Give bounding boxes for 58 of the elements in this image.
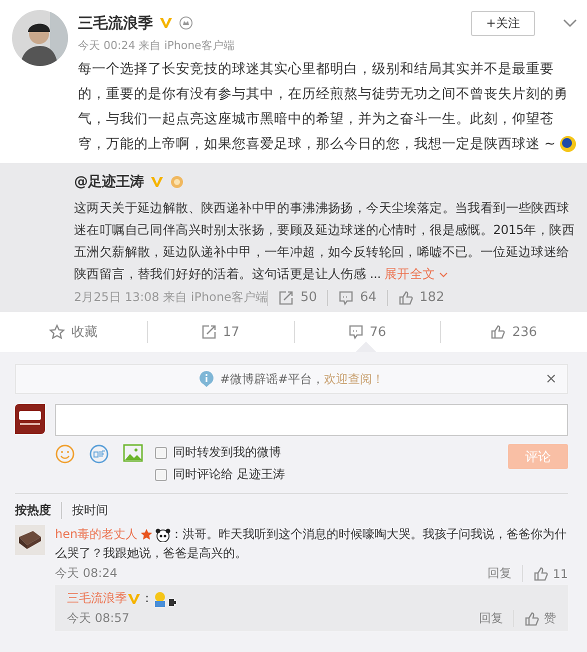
notice-link[interactable]: 欢迎查阅！ [324,372,384,386]
follow-button[interactable]: +关注 [470,10,535,36]
image-icon[interactable] [123,444,143,462]
repost-text: 这两天关于延边解散、陕西递补中甲的事沸沸扬扬，今天尘埃落定。当我看到一些陕西球迷在叮嘱自己同伴高兴时别太张扬，要顾及延边球迷的心情时，很是感慨。2015年，陕西五洲欠薪解散，延边队递补中甲，一年冲超，如今反转轮回，唏嘘不已。一位延边球迷给陕西留言，替我们好好的活着。这句话更是让人伤感 ... 展开全文 [74,199,576,283]
emoji-icon [558,135,577,154]
verified-icon [127,592,141,604]
reply-link[interactable]: 回复 [488,565,523,582]
thumbs-up-icon [398,290,414,306]
like-count[interactable]: 11 [552,566,568,580]
comment-icon [348,324,364,340]
action-label[interactable]: 236 [512,324,538,340]
repost-author[interactable]: @足迹王涛 [74,173,144,191]
stat-count[interactable]: 50 [300,290,317,305]
reply-link[interactable]: 回复 [479,610,514,627]
post-time: 今天 00:24 来自 iPhone客户端 [78,38,236,53]
verified-icon [159,17,173,29]
sort-tab[interactable]: 按时间 [72,502,118,519]
thumbs-up-icon [490,324,506,340]
like-label[interactable]: 赞 [544,610,556,627]
info-icon [198,371,214,387]
sort-tab[interactable]: 按热度 [15,502,62,519]
comment-text: hen毒的老丈人 ：洪哥。昨天我听到这个消息的时候嚎啕大哭。我孩子问我说，爸爸你为什么哭了？我跟她说，爸爸是高兴的。 [55,526,568,562]
verified-icon [150,176,164,188]
chevron-down-icon[interactable] [563,18,577,28]
reply-text: ： [141,590,153,607]
reply-author[interactable]: 三毛流浪季 [67,589,127,608]
post-text: 每一个选择了长安竞技的球迷其实心里都明白，级别和结局其实并不是最重要的，重要的是你有没有参与其中，在历经煎熬与徒劳无功之间不曾丧失片刻的勇气，与我们一起点亮这座城市黑暗中的希望，并为之奋斗一生。此刻，仰望苍穹，万能的上帝啊，如果您喜爱足球，那么今日的您，我想一定是陕西球迷 ~ [78,57,577,157]
emoji-icon [153,590,177,606]
option-label: 同时评论给 足迹王涛 [173,466,285,483]
option-label: 同时转发到我的微博 [173,444,281,461]
action-label[interactable]: 收藏 [71,323,98,341]
author-name[interactable]: 三毛流浪季 [78,14,153,32]
repost-time: 2月25日 13:08 来自 iPhone客户端 [74,289,268,306]
notice-text: #微博辟谣#平台，欢迎查阅！ [220,370,384,388]
panda-icon [154,528,171,542]
action-label[interactable]: 17 [222,324,240,340]
star-icon [49,324,66,340]
action-label[interactable]: 76 [370,324,386,340]
expand-link[interactable]: 展开全文 [384,266,436,281]
star-icon [140,528,153,542]
stat-count[interactable]: 182 [420,290,444,305]
logo-icon [15,404,45,434]
crown-icon [179,16,193,30]
chevron-down-icon[interactable] [439,272,448,278]
comment-time: 今天 08:24 [55,565,118,582]
thumbs-up-icon [532,566,549,582]
commenter-name[interactable]: hen毒的老丈人 [55,527,138,541]
comment-input[interactable] [55,404,568,436]
comment-icon [338,290,354,306]
badge-icon [170,175,184,189]
stat-count[interactable]: 64 [360,290,377,305]
share-icon [278,290,294,306]
smiley-icon[interactable] [55,444,75,464]
reply-time: 今天 08:57 [67,610,130,627]
close-button[interactable]: × [545,371,557,387]
gif-icon[interactable] [89,444,109,464]
share-icon [200,324,217,340]
thumbs-up-icon [524,610,540,626]
